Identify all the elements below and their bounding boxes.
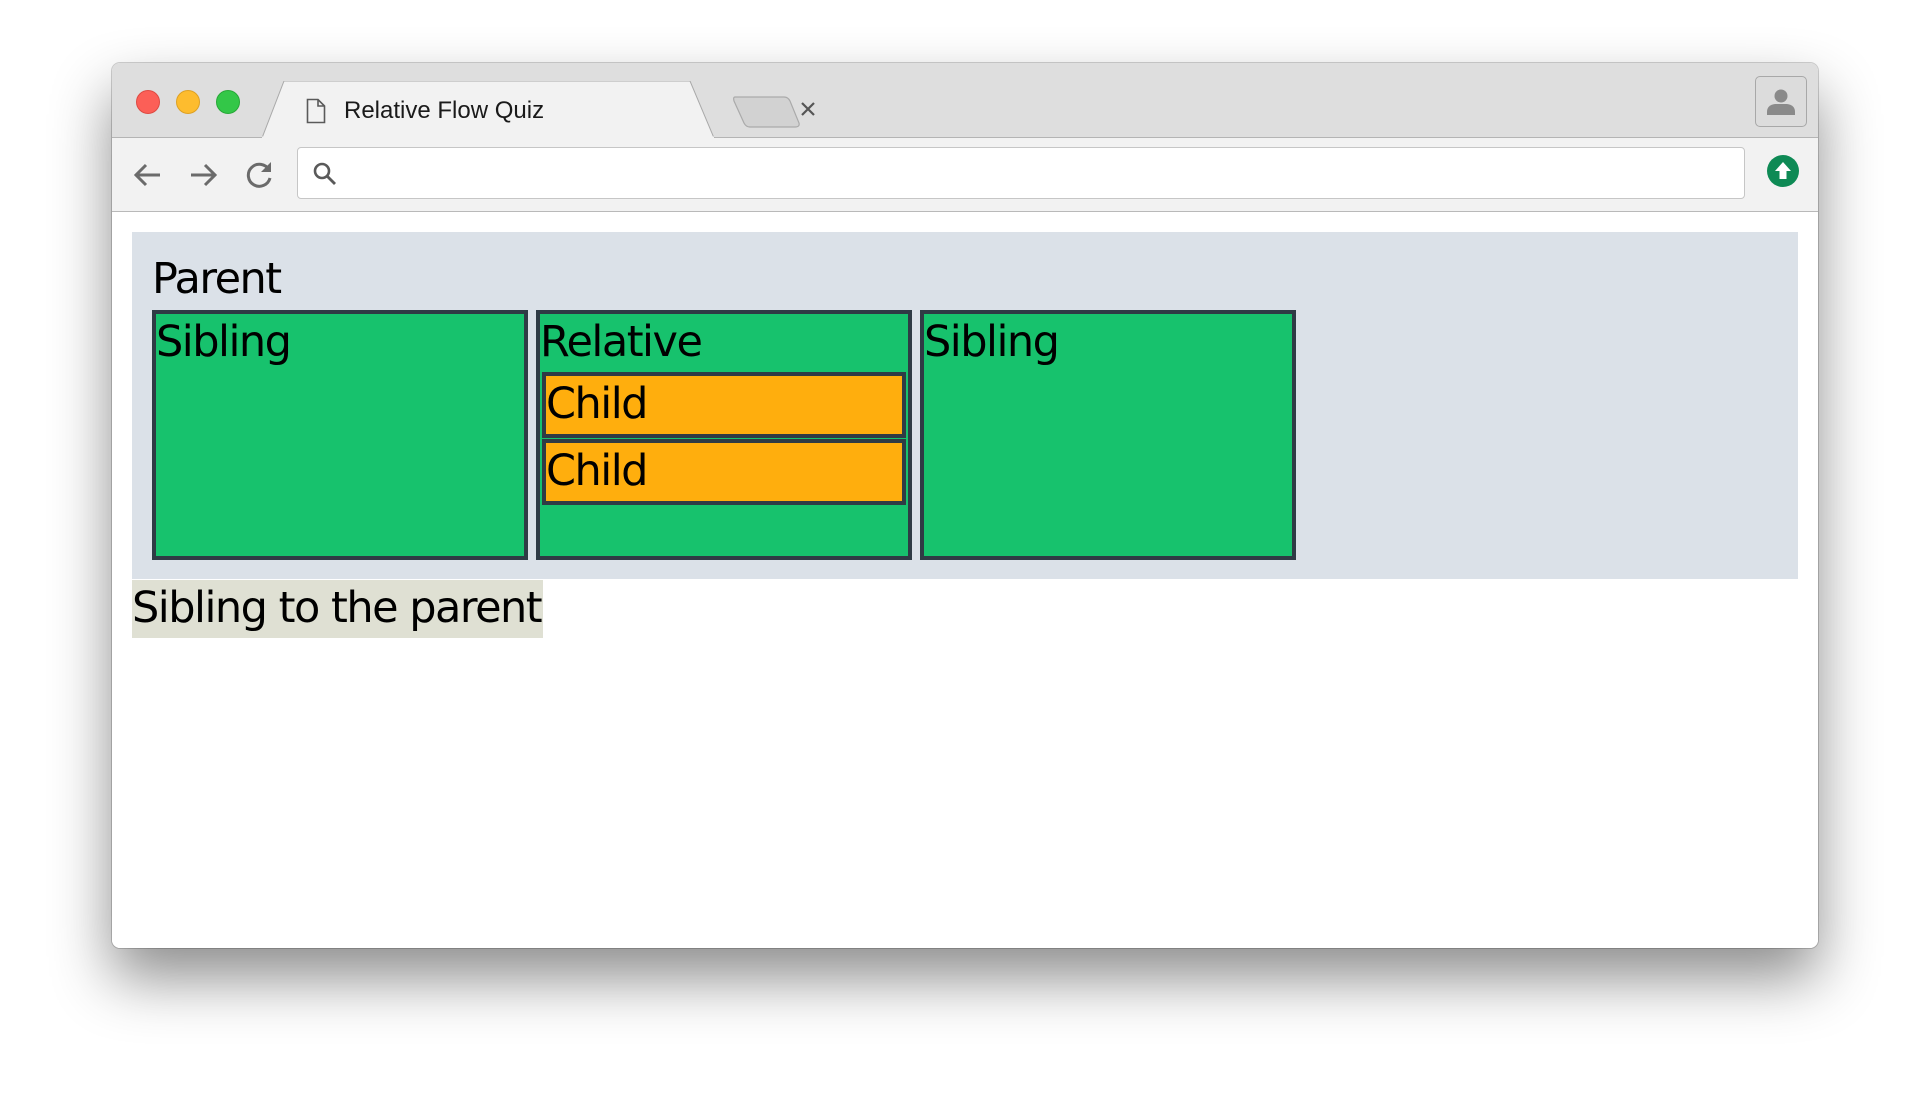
arrow-up-circle-icon[interactable] bbox=[1767, 155, 1799, 187]
tab-strip: Relative Flow Quiz bbox=[112, 63, 1818, 138]
zoom-window-button[interactable] bbox=[216, 90, 240, 114]
minimize-window-button[interactable] bbox=[176, 90, 200, 114]
arrow-left-icon[interactable] bbox=[131, 158, 165, 192]
child-label: Child bbox=[546, 379, 648, 429]
relative-box: Relative Child Child bbox=[536, 310, 912, 560]
sibling-box-2: Sibling bbox=[920, 310, 1296, 560]
child-label: Child bbox=[546, 446, 648, 496]
relative-label: Relative bbox=[540, 317, 703, 367]
child-box-2: Child bbox=[542, 439, 906, 505]
parent-box: Parent Sibling Relative Child Child Sibl… bbox=[132, 232, 1798, 579]
parent-label: Parent bbox=[152, 254, 282, 304]
toolbar bbox=[112, 138, 1818, 212]
sibling-label: Sibling bbox=[156, 317, 292, 367]
sibling-box-1: Sibling bbox=[152, 310, 528, 560]
close-window-button[interactable] bbox=[136, 90, 160, 114]
person-icon bbox=[1767, 89, 1795, 115]
search-icon bbox=[312, 161, 338, 192]
new-tab-icon[interactable] bbox=[732, 95, 802, 134]
sibling-label: Sibling bbox=[924, 317, 1060, 367]
sibling-to-parent: Sibling to the parent bbox=[132, 580, 544, 638]
profile-button[interactable] bbox=[1755, 76, 1807, 127]
address-bar[interactable] bbox=[297, 147, 1745, 199]
document-icon bbox=[306, 98, 326, 129]
page-content: Parent Sibling Relative Child Child Sibl… bbox=[112, 212, 1818, 948]
reload-icon[interactable] bbox=[243, 158, 277, 192]
tab-title: Relative Flow Quiz bbox=[344, 97, 545, 124]
browser-window: Relative Flow Quiz Parent Sibling Relati… bbox=[112, 63, 1818, 948]
tab-relative-flow-quiz[interactable]: Relative Flow Quiz bbox=[262, 81, 815, 138]
arrow-right-icon[interactable] bbox=[186, 158, 220, 192]
child-box-1: Child bbox=[542, 372, 906, 438]
